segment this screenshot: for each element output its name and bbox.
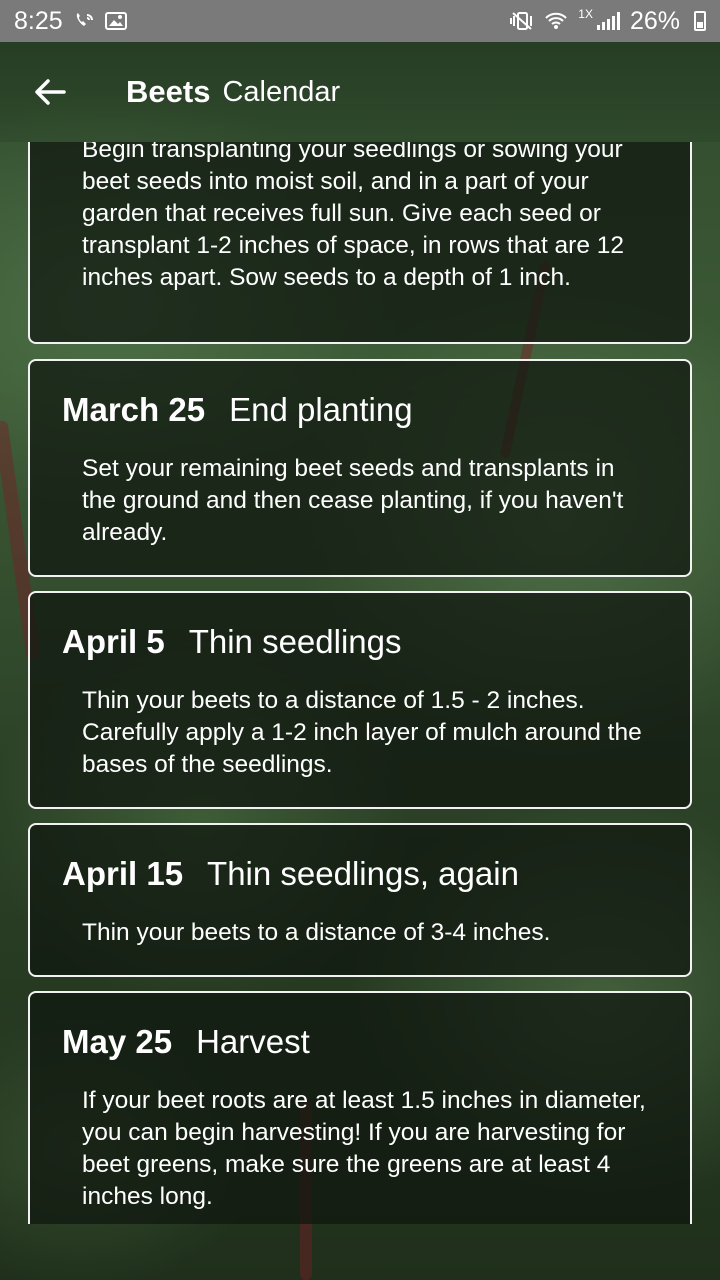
status-bar: 8:25 1X 26%: [0, 0, 720, 42]
event-date: March 25: [62, 391, 206, 428]
event-description: Set your remaining beet seeds and transp…: [82, 455, 624, 546]
event-card[interactable]: May 25 Harvest If your beet roots are at …: [28, 991, 692, 1224]
vibrate-icon: [510, 10, 534, 32]
network-badge: 1X: [578, 7, 593, 21]
event-heading: March 25 End planting: [62, 391, 413, 429]
event-title: Thin seedlings, again: [207, 855, 519, 892]
event-description: Begin transplanting your seedlings or so…: [82, 142, 625, 291]
battery-percent: 26%: [629, 6, 680, 35]
event-title: Harvest: [196, 1023, 310, 1060]
event-description: Thin your beets to a distance of 1.5 - 2…: [82, 687, 642, 778]
screen: 8:25 1X 26% Beets Calendar Begin transpl…: [0, 0, 720, 1280]
event-date: May 25: [62, 1023, 173, 1060]
event-description: Thin your beets to a distance of 3-4 inc…: [82, 919, 551, 946]
event-card[interactable]: Begin transplanting your seedlings or so…: [28, 142, 692, 344]
event-card[interactable]: April 5 Thin seedlings Thin your beets to…: [28, 591, 692, 809]
page-title: Beets: [126, 74, 211, 109]
image-icon: [104, 11, 127, 31]
event-card[interactable]: March 25 End planting Set your remaining …: [28, 359, 692, 577]
event-title: End planting: [229, 391, 413, 428]
status-time: 8:25: [14, 6, 63, 35]
event-card[interactable]: April 15 Thin seedlings, again Thin your …: [28, 823, 692, 977]
event-heading: April 15 Thin seedlings, again: [62, 855, 519, 893]
wifi-calling-icon: [73, 11, 95, 31]
arrow-left-icon: [35, 79, 66, 105]
signal-icon: [596, 12, 620, 30]
wifi-icon: [544, 10, 568, 32]
event-list[interactable]: Begin transplanting your seedlings or so…: [28, 142, 692, 1224]
event-heading: April 5 Thin seedlings: [62, 623, 402, 661]
event-date: April 15: [62, 855, 184, 892]
back-button[interactable]: [30, 72, 70, 112]
event-description: If your beet roots are at least 1.5 inch…: [82, 1087, 646, 1210]
event-title: Thin seedlings: [188, 623, 402, 660]
app-bar: Beets Calendar: [0, 42, 720, 142]
battery-icon: [694, 11, 706, 31]
event-heading: May 25 Harvest: [62, 1023, 310, 1061]
event-date: April 5: [62, 623, 165, 660]
page-subtitle: Calendar: [222, 75, 341, 108]
